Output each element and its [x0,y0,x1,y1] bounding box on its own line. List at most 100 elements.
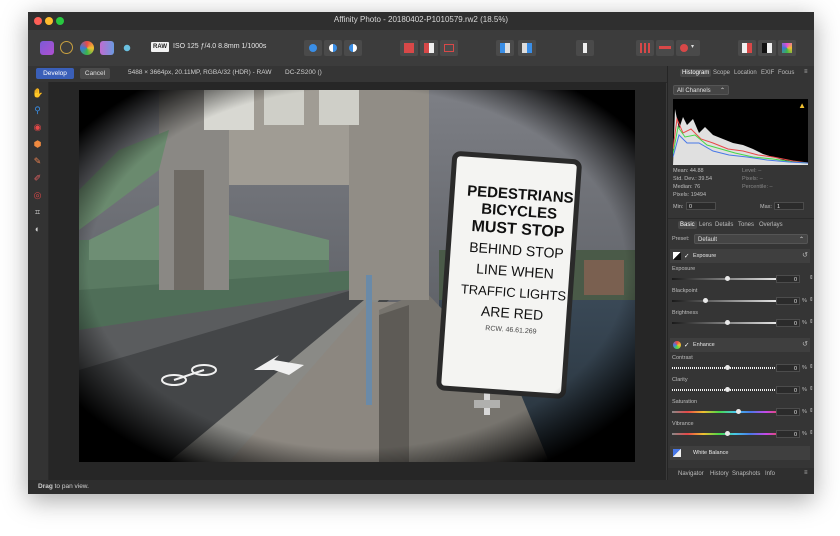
preset-dropdown[interactable]: Default ⌃ [694,234,808,244]
reset-icon[interactable]: ↺ [802,340,808,348]
clipped-shadows-button[interactable] [304,40,322,56]
panel-menu-icon[interactable]: ≡ [804,69,808,75]
slider-label: Vibrance [672,421,694,427]
slider-unit: % [802,365,807,371]
photo-persona-icon[interactable] [40,41,54,55]
develop-button[interactable]: Develop [36,68,74,79]
tone-mapping-persona-icon[interactable] [100,41,114,55]
min-input[interactable]: 0 [686,202,716,210]
stepper-icon[interactable]: ⇕ [809,364,814,370]
stepper-icon[interactable]: ⇕ [809,275,814,281]
tab-snapshots[interactable]: Snapshots [732,471,760,477]
cancel-button[interactable]: Cancel [80,68,110,79]
overlay-tool-icon[interactable]: ◐ [32,224,43,235]
single-view-button[interactable] [440,40,458,56]
main-toolbar: RAW ISO 125 ƒ/4.0 8.8mm 1/1000s ▾ [28,30,814,67]
slider-value-input[interactable]: 0 [776,297,800,305]
slider-knob[interactable] [725,276,730,281]
grid-icon[interactable] [636,40,654,56]
colors-icon[interactable] [778,40,796,56]
zoom-tool-icon[interactable]: ⚲ [32,105,43,116]
develop-persona-icon[interactable] [80,41,94,55]
blemish-tool-icon[interactable]: ⬢ [32,139,43,150]
tab-focus[interactable]: Focus [778,70,794,76]
chevron-down-icon: ⌃ [798,237,804,243]
crop-tool-icon[interactable]: ⌗ [32,207,43,218]
slider-track[interactable] [672,320,782,325]
checkmark-icon[interactable]: ✓ [684,252,689,260]
slider-knob[interactable] [725,320,730,325]
mirror-view-button[interactable] [420,40,438,56]
tab-location[interactable]: Location [734,70,757,76]
tab-info[interactable]: Info [765,471,775,477]
stepper-icon[interactable]: ⇕ [809,430,814,436]
slider-value-input[interactable]: 0 [776,275,800,283]
tab-histogram[interactable]: Histogram [680,69,712,77]
slider-track[interactable] [672,276,782,281]
slider-track[interactable] [672,387,782,392]
slider-value-input[interactable]: 0 [776,408,800,416]
stat-label: Level: [742,168,757,174]
rotate-left-button[interactable] [496,40,514,56]
erase-tool-icon[interactable]: ✐ [32,173,43,184]
channels-icon[interactable] [758,40,776,56]
clipped-highlights-button[interactable] [324,40,342,56]
tab-lens[interactable]: Lens [699,222,712,228]
mask-icon[interactable] [738,40,756,56]
reset-icon[interactable]: ↺ [802,251,808,259]
slider-knob[interactable] [725,365,730,370]
white-balance-icon [673,449,681,457]
slider-value-input[interactable]: 0 [776,319,800,327]
tab-overlays[interactable]: Overlays [759,222,783,228]
stepper-icon[interactable]: ⇕ [809,297,814,303]
liquify-persona-icon[interactable] [60,41,73,54]
slider-knob[interactable] [725,431,730,436]
export-persona-icon[interactable] [120,41,134,55]
histogram-graph: ▲ [672,99,809,165]
slider-track[interactable] [672,365,782,370]
stepper-icon[interactable]: ⇕ [809,319,814,325]
slider-track[interactable] [672,298,782,303]
tab-basic[interactable]: Basic [678,221,697,229]
channels-dropdown[interactable]: All Channels ⌃ [673,85,729,95]
rotate-right-button[interactable] [518,40,536,56]
checkmark-icon[interactable]: ✓ [684,341,689,349]
split-view-button[interactable] [400,40,418,56]
enhance-section-header[interactable]: ✓ Enhance ↺ [670,338,810,352]
slider-knob[interactable] [736,409,741,414]
tab-exif[interactable]: EXIF [761,70,774,76]
slider-value-input[interactable]: 0 [776,430,800,438]
tab-details[interactable]: Details [715,222,733,228]
gradient-tool-icon[interactable]: ◎ [32,190,43,201]
brush-tool-icon[interactable]: ✎ [32,156,43,167]
snapping-dropdown[interactable]: ▾ [676,40,700,56]
stepper-icon[interactable]: ⇕ [809,408,814,414]
assistant-icon[interactable] [656,40,674,56]
panel-menu-icon[interactable]: ≡ [804,470,808,476]
tab-navigator[interactable]: Navigator [678,471,704,477]
sign-text: PEDESTRIANS BICYCLES MUST STOP BEHIND ST… [456,182,576,341]
slider-track[interactable] [672,431,782,436]
photo: PEDESTRIANS BICYCLES MUST STOP BEHIND ST… [79,90,635,462]
stat-value: 19494 [690,192,707,198]
slider-knob[interactable] [725,387,730,392]
warning-icon[interactable]: ▲ [798,101,806,110]
slider-value-input[interactable]: 0 [776,386,800,394]
slider-knob[interactable] [703,298,708,303]
tab-scope[interactable]: Scope [713,70,730,76]
max-input[interactable]: 1 [774,202,804,210]
slider-track[interactable] [672,409,782,414]
pin-icon[interactable] [576,40,594,56]
tab-history[interactable]: History [710,471,729,477]
exposure-section-header[interactable]: ✓ Exposure ↺ [670,249,810,263]
slider-value-input[interactable]: 0 [776,364,800,372]
red-eye-tool-icon[interactable]: ◉ [32,122,43,133]
hand-tool-icon[interactable]: ✋ [32,88,43,99]
stat-value: 44.88 [689,168,704,174]
stepper-icon[interactable]: ⇕ [809,386,814,392]
clipped-tones-button[interactable] [344,40,362,56]
white-balance-section-header[interactable]: White Balance [670,446,810,460]
slider-unit: % [802,298,807,304]
canvas-area[interactable]: PEDESTRIANS BICYCLES MUST STOP BEHIND ST… [49,82,666,480]
tab-tones[interactable]: Tones [738,222,754,228]
